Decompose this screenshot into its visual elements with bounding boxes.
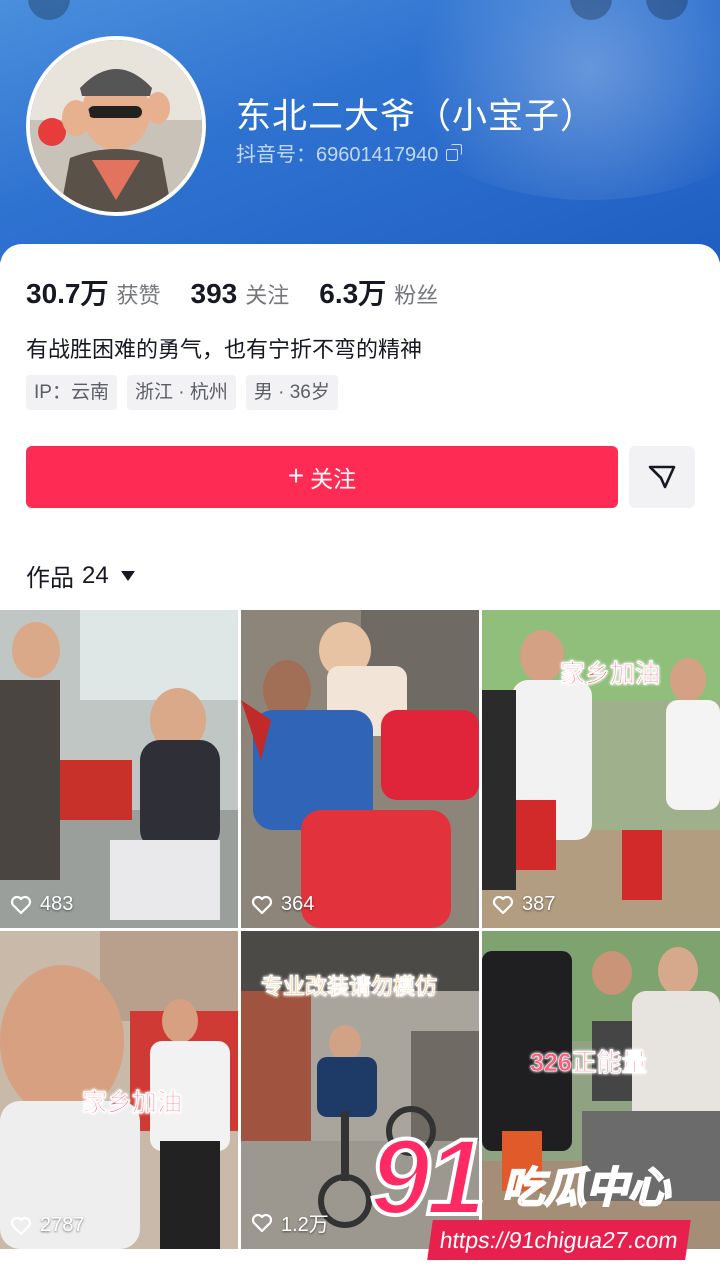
like-count: 483 xyxy=(10,893,73,916)
heart-icon xyxy=(492,895,514,914)
heart-icon xyxy=(10,895,32,914)
works-count: 24 xyxy=(82,561,109,589)
avatar-image xyxy=(30,40,202,212)
share-button[interactable] xyxy=(629,446,695,508)
like-count: 387 xyxy=(492,893,555,916)
video-thumb[interactable]: 家乡加油 2787 xyxy=(0,931,238,1249)
video-thumb[interactable]: 家乡加油 387 xyxy=(482,610,720,928)
like-count: 2787 xyxy=(10,1214,85,1237)
bio: 有战胜困难的勇气，也有宁折不弯的精神 xyxy=(26,337,423,362)
like-count-text: 483 xyxy=(40,893,74,915)
video-caption: 家乡加油 xyxy=(560,660,661,689)
like-count-text: 2787 xyxy=(40,1214,85,1236)
like-count: 364 xyxy=(251,893,314,916)
watermark-name: 吃瓜中心 xyxy=(501,1163,671,1212)
heart-icon xyxy=(251,1213,273,1232)
watermark-url[interactable]: https://91chigua27.com xyxy=(427,1220,691,1260)
nickname: 东北二大爷（小宝子） xyxy=(236,97,597,136)
thumb-image xyxy=(0,610,238,928)
works-tab[interactable]: 作品 24 xyxy=(26,558,135,593)
tag-ip: IP：云南 xyxy=(26,375,117,410)
video-caption: 专业改装请勿模仿 xyxy=(261,974,438,1000)
following-count[interactable]: 393 xyxy=(191,278,238,310)
stats-row: 30.7万 获赞 393 关注 6.3万 粉丝 xyxy=(26,272,468,312)
video-thumb[interactable]: 483 xyxy=(0,610,238,928)
thumb-image xyxy=(241,610,479,928)
fans-count[interactable]: 6.3万 xyxy=(319,272,386,312)
douyin-id-text: 抖音号：69601417940 xyxy=(236,144,439,166)
follow-label: 关注 xyxy=(310,466,357,492)
send-icon xyxy=(648,465,676,489)
like-count-text: 364 xyxy=(281,893,315,915)
profile-header: 东北二大爷（小宝子） 抖音号：69601417940 xyxy=(0,0,720,262)
likes-count: 30.7万 xyxy=(26,278,109,309)
tag-gender-age: 男 · 36岁 xyxy=(245,375,338,410)
plus-icon: + xyxy=(287,460,305,491)
video-caption: 家乡加油 xyxy=(82,1089,183,1118)
like-count-text: 387 xyxy=(522,893,556,915)
heart-icon xyxy=(251,895,273,914)
chevron-down-icon xyxy=(120,570,135,581)
copy-icon[interactable] xyxy=(446,144,463,161)
back-button[interactable] xyxy=(28,0,70,20)
like-count-text: 1.2万 xyxy=(281,1214,329,1236)
works-label: 作品 xyxy=(26,565,74,592)
avatar[interactable] xyxy=(26,36,206,216)
douyin-id[interactable]: 抖音号：69601417940 xyxy=(236,138,463,167)
following-label[interactable]: 关注 xyxy=(245,278,289,310)
fans-label[interactable]: 粉丝 xyxy=(394,278,438,310)
like-count: 1.2万 xyxy=(251,1208,329,1237)
site-watermark: 91 吃瓜中心 https://91chigua27.com xyxy=(368,1114,720,1272)
likes-label: 获赞 xyxy=(116,283,161,308)
heart-icon xyxy=(10,1216,32,1235)
video-thumb[interactable]: 364 xyxy=(241,610,479,928)
video-caption: 326正能量 xyxy=(530,1049,647,1078)
profile-tags: IP：云南 浙江 · 杭州 男 · 36岁 xyxy=(26,375,338,410)
follow-button[interactable]: + 关注 xyxy=(26,446,618,508)
tag-location: 浙江 · 杭州 xyxy=(126,375,236,410)
